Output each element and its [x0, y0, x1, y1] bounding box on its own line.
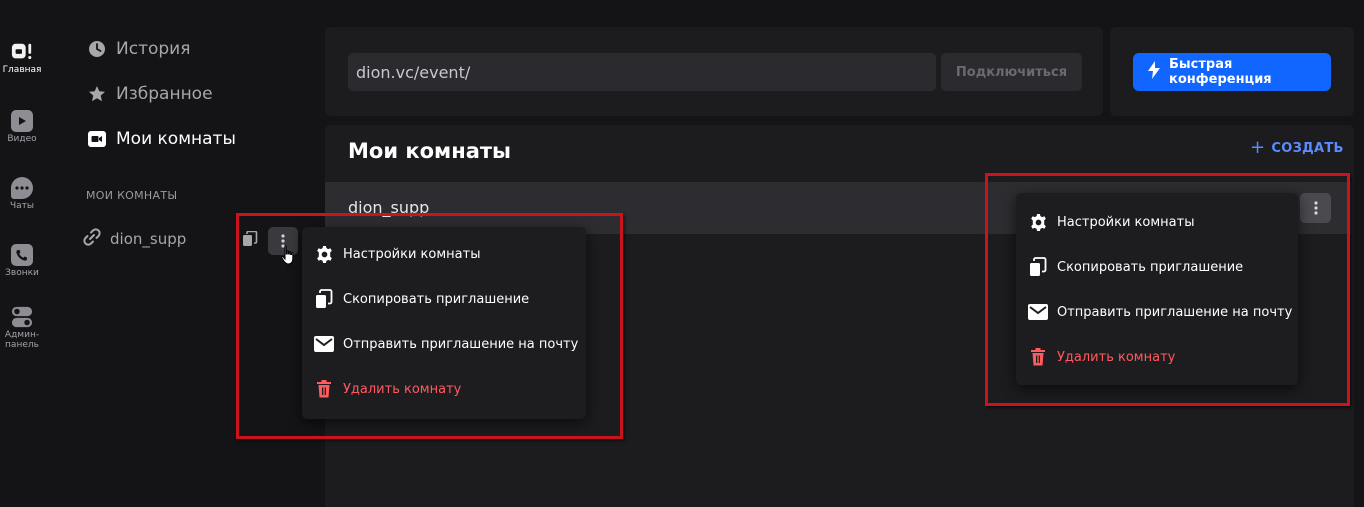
rail-item-chats[interactable]: Чаты [0, 177, 44, 211]
menu-item-email-invite[interactable]: Отправить приглашение на почту [1028, 301, 1292, 323]
menu-item-delete-room[interactable]: Удалить комнату [1028, 346, 1175, 368]
sidebar-room-dion-supp[interactable]: dion_supp [82, 228, 186, 250]
trash-icon [1028, 347, 1048, 367]
menu-item-label: Отправить приглашение на почту [343, 336, 579, 352]
menu-item-label: Скопировать приглашение [343, 291, 530, 307]
nav-label: История [116, 39, 191, 59]
menu-item-label: Отправить приглашение на почту [1057, 304, 1293, 320]
left-rail: Главная Видео Чаты Звонки Админ- панель [0, 0, 44, 507]
page-title: Мои комнаты [348, 139, 512, 163]
copy-icon [314, 289, 334, 309]
admin-toggle-icon [11, 306, 33, 328]
mail-icon [1028, 302, 1048, 322]
home-icon [11, 41, 33, 63]
plus-icon: + [1250, 137, 1266, 158]
nav-label: Избранное [116, 84, 213, 104]
section-title-my-rooms: МОИ КОМНАТЫ [86, 189, 178, 202]
clock-icon [88, 40, 106, 58]
nav-item-my-rooms[interactable]: Мои комнаты [88, 127, 236, 151]
nav-item-history[interactable]: История [88, 37, 190, 61]
trash-icon [314, 379, 334, 399]
chat-icon [11, 177, 33, 199]
menu-item-label: Удалить комнату [343, 381, 462, 397]
rail-label: Звонки [5, 268, 39, 278]
rail-item-calls[interactable]: Звонки [0, 244, 44, 278]
menu-item-label: Скопировать приглашение [1057, 259, 1244, 275]
quick-conference-label: Быстрая конференция [1169, 57, 1272, 87]
menu-item-email-invite[interactable]: Отправить приглашение на почту [314, 333, 578, 355]
menu-item-delete-room[interactable]: Удалить комнату [314, 378, 461, 400]
menu-item-copy-invite[interactable]: Скопировать приглашение [1028, 256, 1243, 278]
rail-label: Админ- панель [4, 330, 40, 350]
room-context-menu-main: Настройки комнаты Скопировать приглашени… [1016, 193, 1298, 385]
copy-icon[interactable] [242, 230, 258, 247]
room-row-more-button[interactable] [1300, 193, 1331, 223]
gear-icon [1028, 212, 1048, 232]
hand-cursor-icon [281, 245, 297, 271]
gear-icon [314, 244, 334, 264]
nav-label: Мои комнаты [116, 129, 236, 149]
copy-icon [1028, 257, 1048, 277]
create-room-button[interactable]: + СОЗДАТЬ [1250, 137, 1344, 158]
rail-item-video[interactable]: Видео [0, 110, 44, 144]
room-context-menu-sidebar: Настройки комнаты Скопировать приглашени… [302, 227, 586, 419]
calls-icon [11, 244, 33, 266]
camera-icon [88, 130, 106, 148]
menu-item-copy-invite[interactable]: Скопировать приглашение [314, 288, 529, 310]
create-label: СОЗДАТЬ [1271, 140, 1344, 156]
menu-item-label: Настройки комнаты [343, 246, 481, 262]
menu-item-label: Настройки комнаты [1057, 214, 1195, 230]
link-icon [82, 227, 102, 251]
menu-item-room-settings[interactable]: Настройки комнаты [1028, 211, 1194, 233]
menu-item-room-settings[interactable]: Настройки комнаты [314, 243, 480, 265]
rail-label: Главная [2, 65, 42, 75]
room-name: dion_supp [348, 198, 430, 217]
video-play-icon [11, 110, 33, 132]
nav-item-favorites[interactable]: Избранное [88, 82, 213, 106]
room-url-input[interactable]: dion.vc/event/ [348, 53, 936, 91]
sidebar-room-label: dion_supp [110, 230, 187, 248]
kebab-icon [1313, 201, 1318, 215]
rail-item-admin[interactable]: Админ- панель [0, 306, 44, 350]
quick-conference-button[interactable]: Быстрая конференция [1133, 53, 1331, 91]
lightning-icon [1147, 61, 1161, 83]
star-icon [88, 85, 106, 103]
connect-button[interactable]: Подключиться [941, 53, 1082, 91]
rail-item-home[interactable]: Главная [0, 41, 44, 75]
rail-label: Чаты [9, 201, 35, 211]
rail-label: Видео [7, 134, 37, 144]
mail-icon [314, 334, 334, 354]
menu-item-label: Удалить комнату [1057, 349, 1176, 365]
